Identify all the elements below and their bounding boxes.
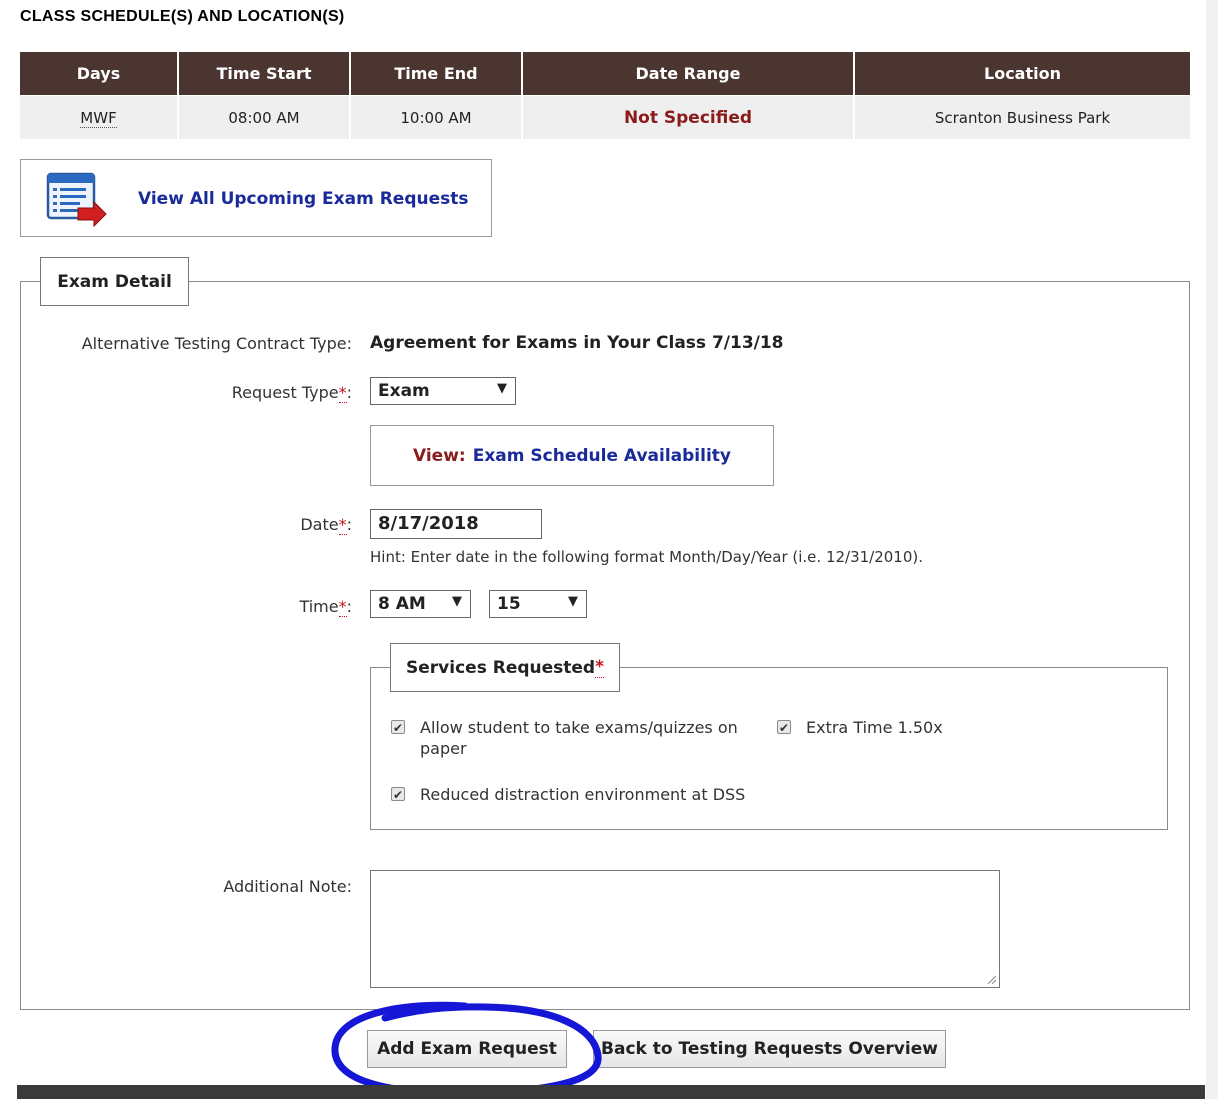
schedule-table: Days Time Start Time End Date Range Loca… [20,52,1190,139]
date-hint: Hint: Enter date in the following format… [370,548,924,566]
table-row: MWF 08:00 AM 10:00 AM Not Specified Scra… [20,95,1190,139]
time-minute-value: 15 [497,594,521,614]
availability-box: View: Exam Schedule Availability [370,425,774,486]
back-to-overview-button[interactable]: Back to Testing Requests Overview [593,1030,946,1068]
annotation-circle [331,1001,602,1097]
reduced-distraction-checkbox[interactable]: ✔ [391,787,405,802]
reduced-distraction-label: Reduced distraction environment at DSS [420,785,746,804]
time-hour-select[interactable]: 8 AM ▼ [370,590,471,618]
scrollbar[interactable] [1206,0,1218,1099]
date-input[interactable]: 8/17/2018 [370,509,542,539]
paper-exam-checkbox[interactable]: ✔ [391,720,405,735]
label-colon: : [346,383,352,402]
time-label: Time [299,597,339,616]
extra-time-checkbox[interactable]: ✔ [777,720,791,735]
additional-note-textarea[interactable] [370,870,1000,988]
date-label: Date [300,515,339,534]
cell-date-range: Not Specified [522,95,855,139]
calendar-list-arrow-icon[interactable] [46,172,108,228]
schedule-section-title: CLASS SCHEDULE(S) AND LOCATION(S) [20,8,345,25]
request-type-label-row: Request Type*: [231,383,352,403]
days-abbreviation: MWF [80,108,117,128]
col-header-time-start: Time Start [178,52,351,96]
resize-grip-icon[interactable] [986,974,996,984]
cell-location: Scranton Business Park [854,95,1190,139]
additional-note-label: Additional Note: [223,877,352,896]
view-upcoming-requests-link[interactable]: View All Upcoming Exam Requests [138,189,469,209]
required-marker: * [595,657,604,678]
col-header-location: Location [854,52,1190,96]
services-legend: Services Requested * [390,643,620,692]
exam-schedule-availability-link[interactable]: Exam Schedule Availability [473,446,731,466]
request-type-select[interactable]: Exam ▼ [370,377,516,405]
extra-time-label: Extra Time 1.50x [806,718,943,737]
col-header-days: Days [20,52,179,96]
exam-detail-legend: Exam Detail [40,257,189,306]
label-colon: : [346,515,352,534]
label-colon: : [346,597,352,616]
chevron-down-icon: ▼ [497,381,507,396]
chevron-down-icon: ▼ [568,594,578,609]
required-marker: * [338,515,347,535]
view-label: View: [413,445,466,466]
contract-type-label: Alternative Testing Contract Type: [81,334,352,353]
col-header-date-range: Date Range [522,52,855,96]
cell-days: MWF [20,95,179,139]
cell-time-end: 10:00 AM [350,95,523,139]
footer-bar [17,1085,1205,1099]
request-type-label: Request Type [231,383,339,402]
time-minute-select[interactable]: 15 ▼ [489,590,587,618]
paper-exam-label: Allow student to take exams/quizzes on p… [420,718,738,758]
chevron-down-icon: ▼ [452,594,462,609]
date-range-value: Not Specified [623,107,753,128]
required-marker: * [338,383,347,403]
date-label-row: Date*: [300,515,352,535]
required-marker: * [338,597,347,617]
time-label-row: Time*: [299,597,352,617]
time-hour-value: 8 AM [378,594,426,614]
cell-time-start: 08:00 AM [178,95,351,139]
request-type-value: Exam [378,381,430,401]
contract-type-value: Agreement for Exams in Your Class 7/13/1… [370,333,784,353]
schedule-header-row: Days Time Start Time End Date Range Loca… [20,52,1190,96]
col-header-time-end: Time End [350,52,523,96]
services-legend-label: Services Requested [406,657,596,678]
